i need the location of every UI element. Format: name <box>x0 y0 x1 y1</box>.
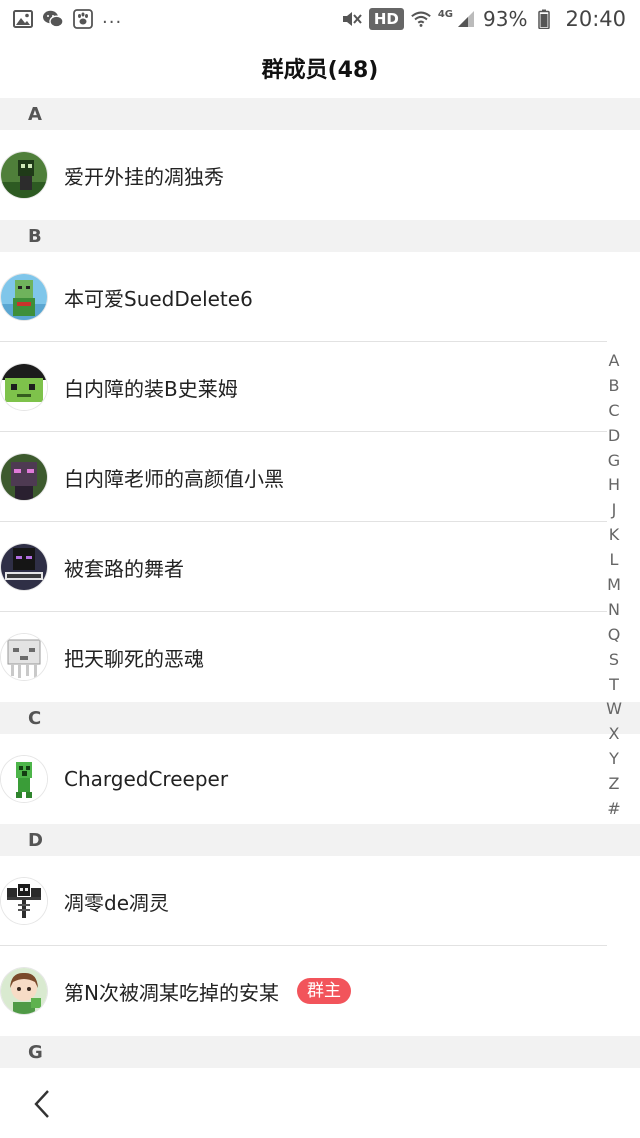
member-row[interactable]: 把天聊死的恶魂 <box>0 612 640 702</box>
member-row[interactable]: 被套路的舞者 <box>0 522 640 612</box>
status-system: HD 4G 93% 20:40 <box>341 6 626 32</box>
section-header-c: C <box>0 702 640 734</box>
alpha-index-q[interactable]: Q <box>608 623 621 648</box>
member-row[interactable]: 白内障的装B史莱姆 <box>0 342 640 432</box>
alpha-index-b[interactable]: B <box>609 374 620 399</box>
wither-skeleton-avatar[interactable] <box>1 878 47 924</box>
charged-creeper-avatar[interactable] <box>1 756 47 802</box>
mute-icon <box>341 9 363 29</box>
signal-icon <box>455 9 477 29</box>
title-bar: 群成员(48) <box>0 38 640 99</box>
alpha-index-k[interactable]: K <box>609 523 620 548</box>
alpha-index-y[interactable]: Y <box>609 747 619 772</box>
member-row[interactable]: 本可爱SuedDelete6 <box>0 252 640 342</box>
alpha-index-hash[interactable]: # <box>607 797 620 822</box>
member-name: 白内障老师的高颜值小黑 <box>64 466 284 491</box>
clock: 20:40 <box>565 7 626 31</box>
alpha-index-c[interactable]: C <box>608 399 619 424</box>
alpha-index-z[interactable]: Z <box>609 772 620 797</box>
battery-icon <box>533 9 555 29</box>
alpha-index-n[interactable]: N <box>608 598 620 623</box>
member-name: 第N次被凋某吃掉的安某 <box>64 980 279 1005</box>
bottom-nav-bar <box>0 1070 640 1138</box>
ghast-white-avatar[interactable] <box>1 634 47 680</box>
section-header-a: A <box>0 98 640 130</box>
hd-voice-badge: HD <box>368 8 404 30</box>
gallery-icon <box>12 9 34 29</box>
alpha-index-h[interactable]: H <box>608 473 620 498</box>
group-members-screen: ... HD 4G 93% 20:40 群成员(48) A 爱开外挂的凋独秀 B… <box>0 0 640 1138</box>
alpha-index-g[interactable]: G <box>608 449 620 474</box>
chevron-left-icon <box>34 1090 49 1118</box>
wechat-icon <box>42 9 64 29</box>
section-header-g: G <box>0 1036 640 1068</box>
page-title: 群成员(48) <box>261 58 379 83</box>
dark-ender-avatar[interactable] <box>1 544 47 590</box>
battery-percent: 93% <box>483 7 528 31</box>
group-owner-badge: 群主 <box>296 978 351 1004</box>
alpha-index-l[interactable]: L <box>610 548 619 573</box>
alpha-index-s[interactable]: S <box>609 648 619 673</box>
member-name: 凋零de凋灵 <box>64 890 169 915</box>
alpha-index-a[interactable]: A <box>609 349 620 374</box>
green-face-avatar[interactable] <box>1 364 47 410</box>
alpha-index-x[interactable]: X <box>609 722 620 747</box>
blue-blocky-avatar[interactable] <box>1 274 47 320</box>
network-type-label: 4G <box>437 8 454 20</box>
member-row[interactable]: ChargedCreeper <box>0 734 640 824</box>
alphabet-index[interactable]: A B C D G H J K L M N Q S T W X Y Z # <box>604 349 624 822</box>
alpha-index-t[interactable]: T <box>609 673 619 698</box>
member-row[interactable]: 白内障老师的高颜值小黑 <box>0 432 640 522</box>
wifi-icon <box>410 9 432 29</box>
status-notifications: ... <box>12 6 122 32</box>
member-name: 爱开外挂的凋独秀 <box>64 164 224 189</box>
member-row[interactable]: 凋零de凋灵 <box>0 856 640 946</box>
member-name: 把天聊死的恶魂 <box>64 646 204 671</box>
member-name: 被套路的舞者 <box>64 556 184 581</box>
enderman-pink-avatar[interactable] <box>1 454 47 500</box>
more-notifications-indicator: ... <box>102 6 123 28</box>
member-name: 白内障的装B史莱姆 <box>64 376 238 401</box>
creeper-green-avatar[interactable] <box>1 152 47 198</box>
alpha-index-w[interactable]: W <box>606 697 622 722</box>
member-name: ChargedCreeper <box>64 767 229 791</box>
anime-girl-avatar[interactable] <box>1 968 47 1014</box>
baidu-paw-icon <box>72 9 94 29</box>
member-row[interactable]: 爱开外挂的凋独秀 <box>0 130 640 220</box>
alpha-index-j[interactable]: J <box>612 498 617 523</box>
alpha-index-d[interactable]: D <box>608 424 620 449</box>
section-header-b: B <box>0 220 640 252</box>
back-button[interactable] <box>22 1084 62 1124</box>
section-header-d: D <box>0 824 640 856</box>
status-bar: ... HD 4G 93% 20:40 <box>0 0 640 38</box>
alpha-index-m[interactable]: M <box>607 573 621 598</box>
member-name: 本可爱SuedDelete6 <box>64 286 253 311</box>
member-list[interactable]: A 爱开外挂的凋独秀 B 本可爱SuedDelete6 白内障的装B史莱姆白内障老师的高… <box>0 98 640 1070</box>
member-row[interactable]: 第N次被凋某吃掉的安某 群主 <box>0 946 640 1036</box>
